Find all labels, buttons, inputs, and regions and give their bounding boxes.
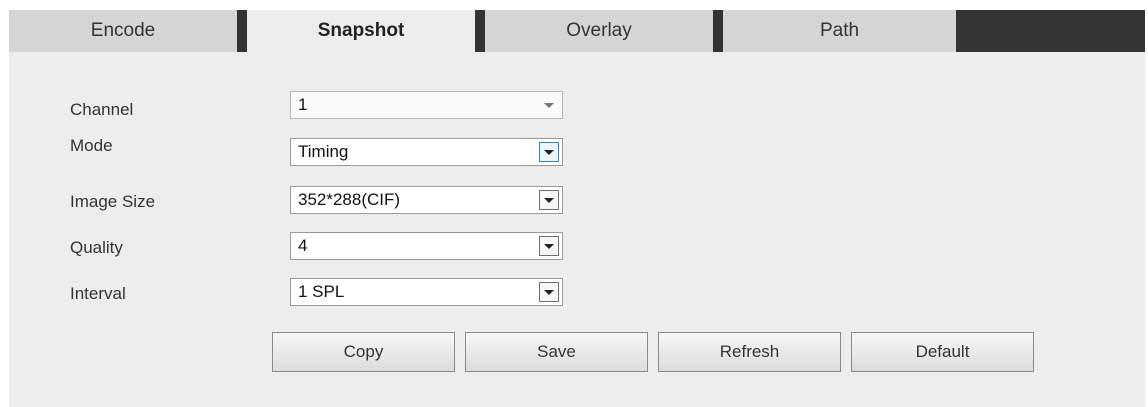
image-size-label: Image Size — [70, 192, 156, 211]
interval-value: 1 SPL — [298, 282, 345, 301]
interval-select[interactable]: 1 SPL — [290, 278, 563, 306]
chevron-down-icon[interactable] — [539, 190, 559, 210]
quality-value: 4 — [298, 236, 308, 255]
quality-label: Quality — [70, 238, 123, 257]
copy-button[interactable]: Copy — [272, 332, 455, 372]
snapshot-settings-page: Encode Snapshot Overlay Path Channel 1 M… — [0, 0, 1148, 407]
mode-label: Mode — [70, 136, 113, 155]
channel-value: 1 — [298, 95, 308, 114]
tab-overlay[interactable]: Overlay — [485, 10, 713, 52]
mode-value: Timing — [298, 142, 349, 161]
quality-select[interactable]: 4 — [290, 232, 563, 260]
default-button[interactable]: Default — [851, 332, 1034, 372]
refresh-button[interactable]: Refresh — [658, 332, 841, 372]
tab-bar: Encode Snapshot Overlay Path — [9, 10, 1145, 52]
chevron-down-icon[interactable] — [539, 142, 559, 162]
mode-select[interactable]: Timing — [290, 138, 563, 166]
interval-label: Interval — [70, 284, 126, 303]
channel-label: Channel — [70, 100, 134, 119]
chevron-down-icon[interactable] — [539, 95, 559, 115]
tab-encode[interactable]: Encode — [9, 10, 237, 52]
chevron-down-icon[interactable] — [539, 282, 559, 302]
tab-path[interactable]: Path — [723, 10, 956, 52]
snapshot-panel: Channel 1 Mode Timing Image Size 352*288… — [9, 52, 1145, 407]
tab-snapshot[interactable]: Snapshot — [247, 10, 475, 52]
channel-select[interactable]: 1 — [290, 91, 563, 119]
image-size-value: 352*288(CIF) — [298, 190, 401, 209]
chevron-down-icon[interactable] — [539, 236, 559, 256]
save-button[interactable]: Save — [465, 332, 648, 372]
image-size-select[interactable]: 352*288(CIF) — [290, 186, 563, 214]
